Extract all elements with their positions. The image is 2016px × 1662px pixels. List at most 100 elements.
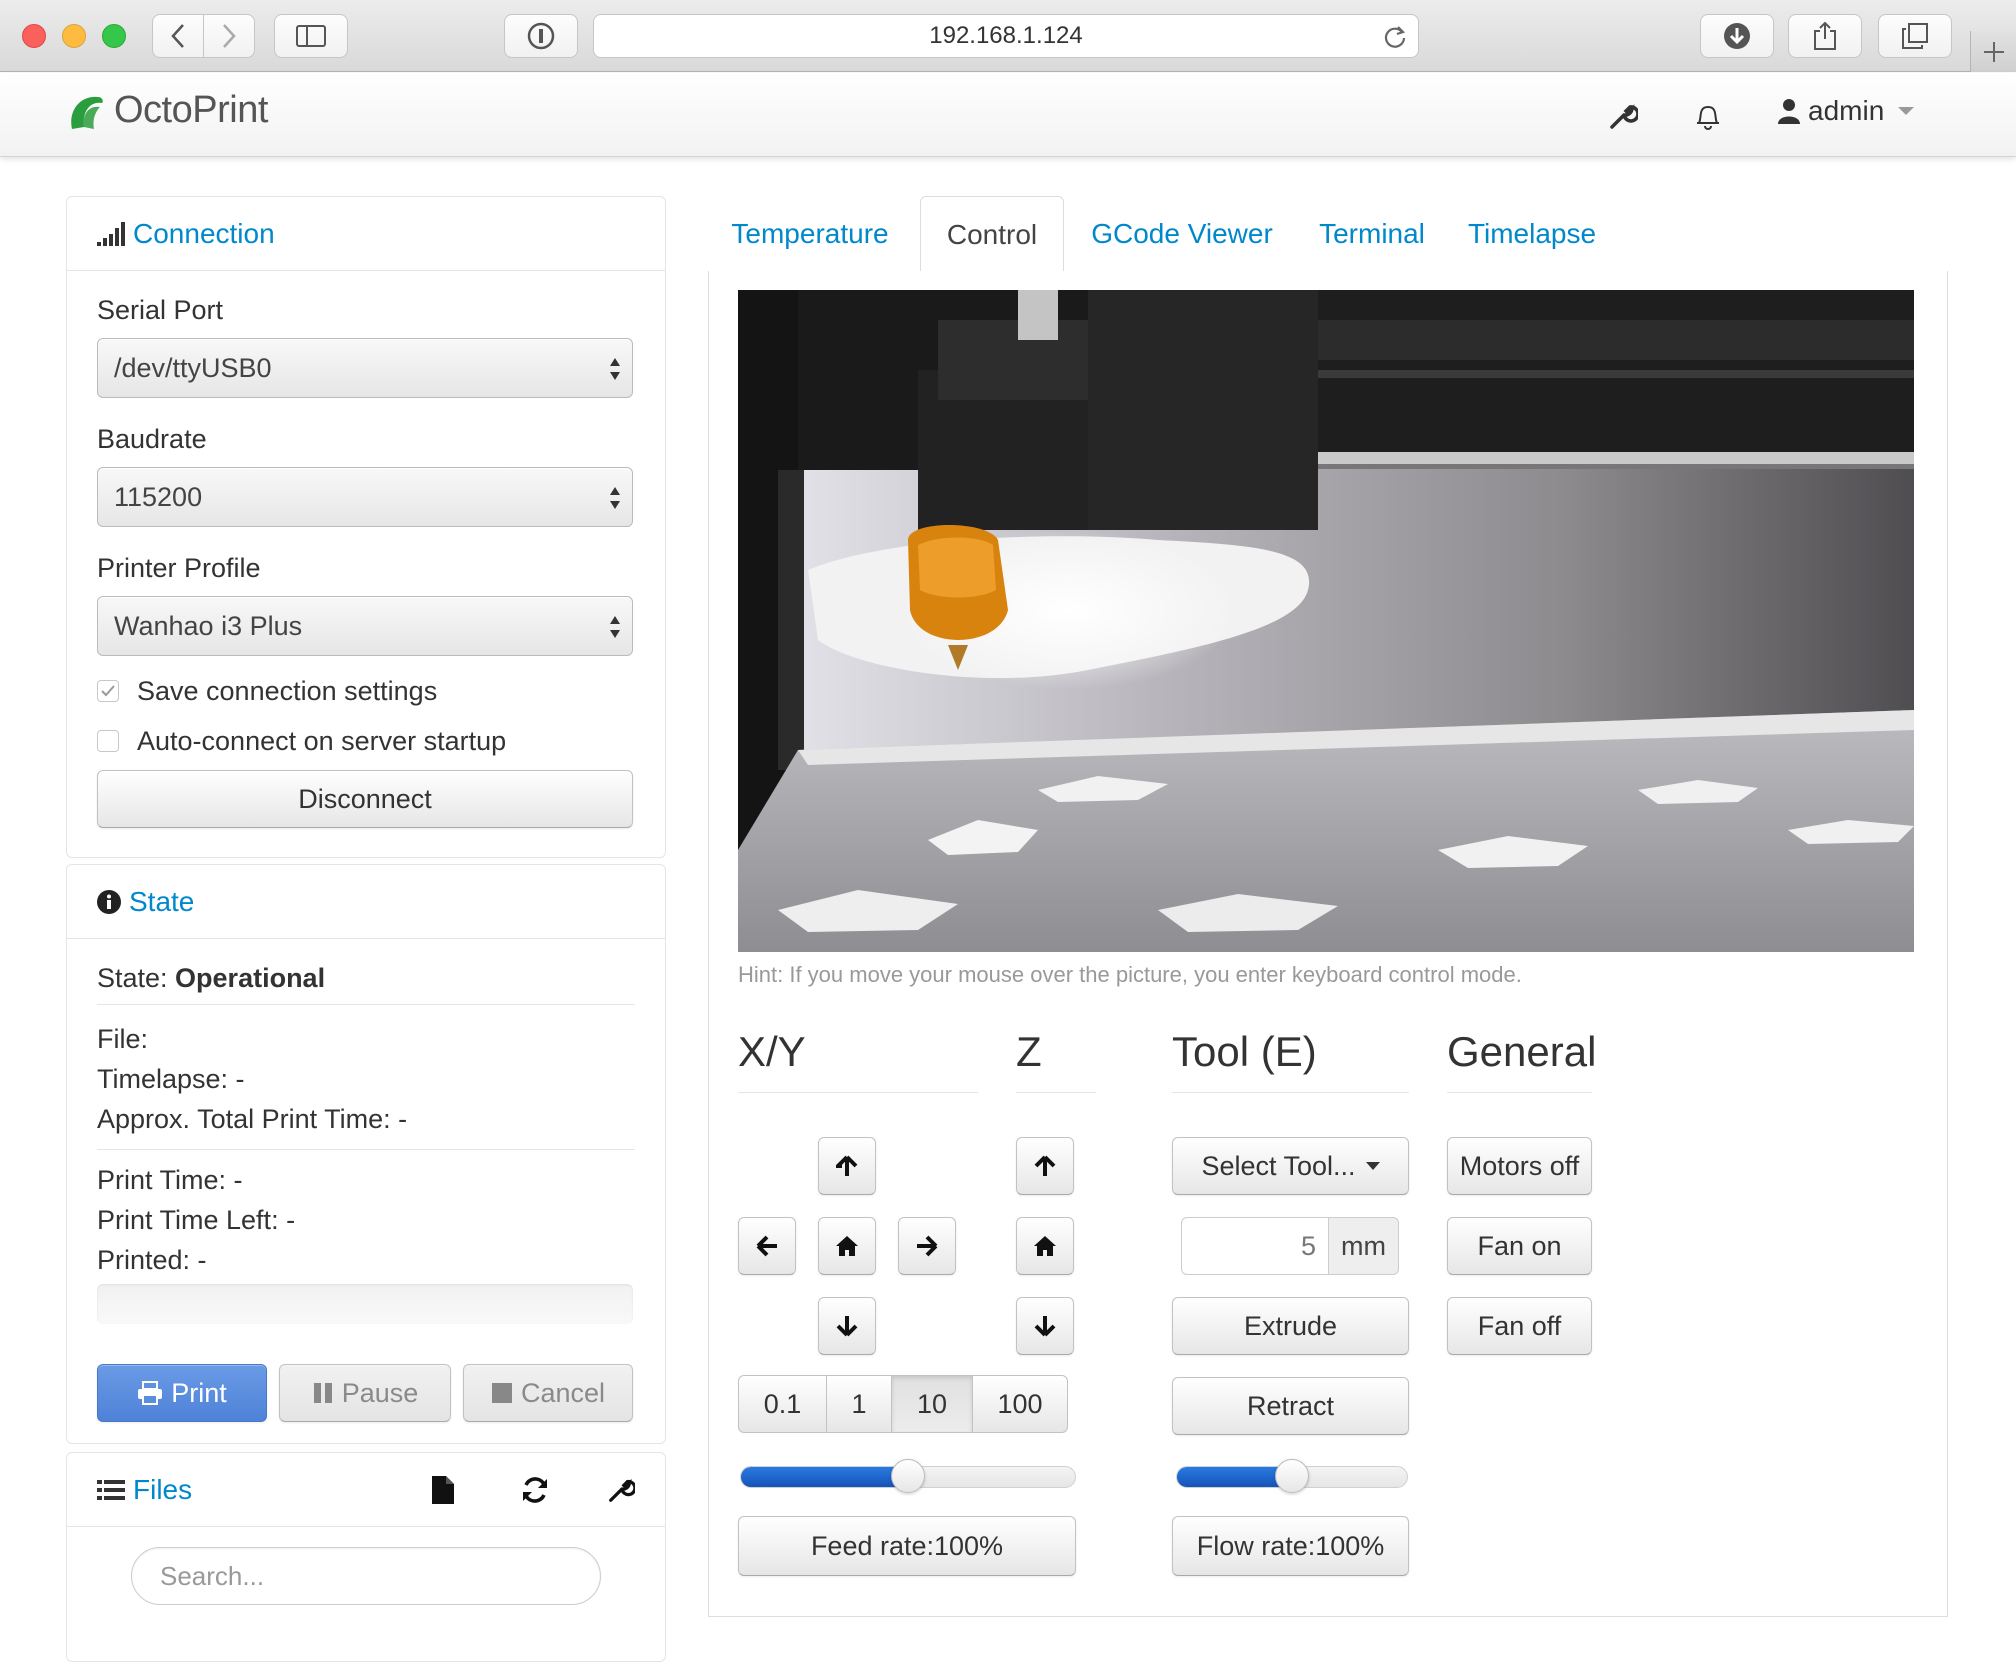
main-tabs: Temperature Control GCode Viewer Termina… — [708, 196, 1948, 273]
printer-profile-select[interactable]: Wanhao i3 Plus — [97, 596, 633, 656]
home-icon — [1034, 1236, 1056, 1256]
distance-option-selected[interactable]: 10 — [891, 1375, 973, 1433]
retract-button[interactable]: Retract — [1172, 1377, 1409, 1435]
chevron-down-icon — [1898, 107, 1915, 115]
download-icon — [1724, 23, 1750, 49]
octoprint-navbar: OctoPrint admin — [0, 73, 2016, 157]
fan-on-button[interactable]: Fan on — [1447, 1217, 1592, 1275]
reader-privacy-button[interactable] — [504, 14, 578, 58]
save-settings-label: Save connection settings — [137, 675, 438, 706]
jog-z-minus-button[interactable] — [1016, 1297, 1074, 1355]
forward-button[interactable] — [203, 14, 255, 58]
cancel-button-label: Cancel — [520, 1377, 606, 1408]
serial-port-label: Serial Port — [97, 295, 224, 325]
autoconnect-checkbox[interactable] — [97, 730, 119, 752]
connection-title: Connection — [133, 217, 275, 249]
extrude-button[interactable]: Extrude — [1172, 1297, 1409, 1355]
job-info: File: Timelapse: - Approx. Total Print T… — [97, 1019, 635, 1150]
files-search-input[interactable]: Search... — [131, 1547, 601, 1605]
connection-panel: Connection Serial Port /dev/ttyUSB0 Baud… — [66, 196, 666, 858]
home-z-button[interactable] — [1016, 1217, 1074, 1275]
tab-timelapse[interactable]: Timelapse — [1452, 196, 1612, 272]
jog-z-plus-button[interactable] — [1016, 1137, 1074, 1195]
flow-rate-button[interactable]: Flow rate:100% — [1172, 1516, 1409, 1576]
arrow-down-icon — [1034, 1316, 1056, 1337]
tab-control[interactable]: Control — [920, 196, 1064, 273]
tab-gcode-viewer[interactable]: GCode Viewer — [1072, 196, 1292, 272]
select-arrows-icon — [610, 487, 620, 509]
feed-rate-slider-fill — [741, 1467, 908, 1487]
arrow-up-icon — [1034, 1155, 1056, 1176]
reload-icon[interactable] — [1382, 24, 1408, 50]
user-name: admin — [1808, 95, 1885, 126]
user-menu[interactable]: admin — [1778, 95, 1915, 127]
cancel-button[interactable]: Cancel — [463, 1364, 633, 1422]
feed-rate-slider[interactable] — [740, 1459, 1076, 1493]
progress-info: Print Time: - Print Time Left: - Printed… — [97, 1160, 635, 1280]
back-button[interactable] — [152, 14, 204, 58]
print-time-line: Print Time: - — [97, 1165, 243, 1195]
feed-rate-button[interactable]: Feed rate:100% — [738, 1516, 1076, 1576]
sidebar-toggle-button[interactable] — [274, 14, 348, 58]
jog-x-minus-button[interactable] — [738, 1217, 796, 1275]
refresh-icon[interactable] — [521, 1476, 549, 1504]
feed-rate-slider-handle[interactable] — [891, 1459, 925, 1493]
arrow-up-icon — [836, 1155, 858, 1176]
approx-total-line: Approx. Total Print Time: - — [97, 1104, 408, 1134]
zoom-window-button[interactable] — [102, 24, 126, 48]
flow-rate-slider[interactable] — [1176, 1459, 1408, 1493]
wrench-icon[interactable] — [1608, 101, 1638, 131]
select-tool-dropdown[interactable]: Select Tool... — [1172, 1137, 1409, 1195]
address-bar[interactable]: 192.168.1.124 — [593, 14, 1419, 58]
octoprint-brand[interactable]: OctoPrint — [66, 89, 268, 132]
print-button[interactable]: Print — [97, 1364, 267, 1422]
save-settings-checkbox-row[interactable]: Save connection settings — [97, 666, 635, 716]
home-xy-button[interactable] — [818, 1217, 876, 1275]
disconnect-button[interactable]: Disconnect — [97, 770, 633, 828]
extrude-amount-group: 5 mm — [1181, 1217, 1399, 1275]
wrench-icon[interactable] — [607, 1476, 635, 1504]
distance-option[interactable]: 100 — [972, 1375, 1068, 1433]
extrude-amount-input[interactable]: 5 — [1181, 1217, 1329, 1275]
print-button-label: Print — [171, 1377, 227, 1408]
signal-icon — [97, 221, 125, 246]
files-title: Files — [133, 1473, 193, 1505]
motors-off-button[interactable]: Motors off — [1447, 1137, 1592, 1195]
user-icon — [1778, 99, 1800, 124]
share-button[interactable] — [1788, 14, 1862, 58]
serial-port-value: /dev/ttyUSB0 — [114, 352, 272, 383]
jog-y-minus-button[interactable] — [818, 1297, 876, 1355]
files-panel: Files Search... — [66, 1452, 666, 1662]
files-header[interactable]: Files — [67, 1453, 665, 1527]
save-settings-checkbox[interactable] — [97, 680, 119, 702]
bell-icon[interactable] — [1694, 101, 1722, 131]
octoprint-logo-icon — [71, 96, 103, 129]
minimize-window-button[interactable] — [62, 24, 86, 48]
printed-line: Printed: - — [97, 1245, 207, 1275]
downloads-button[interactable] — [1700, 14, 1774, 58]
arrow-right-icon — [917, 1235, 938, 1257]
timelapse-line: Timelapse: - — [97, 1064, 245, 1094]
stop-icon — [491, 1383, 512, 1403]
tabs-overview-button[interactable] — [1878, 14, 1952, 58]
jog-x-plus-button[interactable] — [898, 1217, 956, 1275]
tab-terminal[interactable]: Terminal — [1300, 196, 1444, 272]
select-tool-label: Select Tool... — [1201, 1150, 1356, 1181]
flow-rate-slider-handle[interactable] — [1275, 1459, 1309, 1493]
close-window-button[interactable] — [22, 24, 46, 48]
distance-option[interactable]: 1 — [826, 1375, 892, 1433]
pause-button[interactable]: Pause — [279, 1364, 451, 1422]
file-icon[interactable] — [431, 1475, 455, 1505]
distance-option[interactable]: 0.1 — [738, 1375, 827, 1433]
tab-temperature[interactable]: Temperature — [708, 196, 912, 272]
new-tab-button[interactable] — [1970, 31, 2016, 72]
webcam-stream[interactable] — [738, 290, 1914, 952]
fan-off-button[interactable]: Fan off — [1447, 1297, 1592, 1355]
baudrate-select[interactable]: 115200 — [97, 467, 633, 527]
state-status-value: Operational — [175, 963, 326, 993]
state-header[interactable]: State — [67, 865, 665, 939]
autoconnect-checkbox-row[interactable]: Auto-connect on server startup — [97, 716, 635, 766]
serial-port-select[interactable]: /dev/ttyUSB0 — [97, 338, 633, 398]
connection-header[interactable]: Connection — [67, 197, 665, 271]
jog-y-plus-button[interactable] — [818, 1137, 876, 1195]
